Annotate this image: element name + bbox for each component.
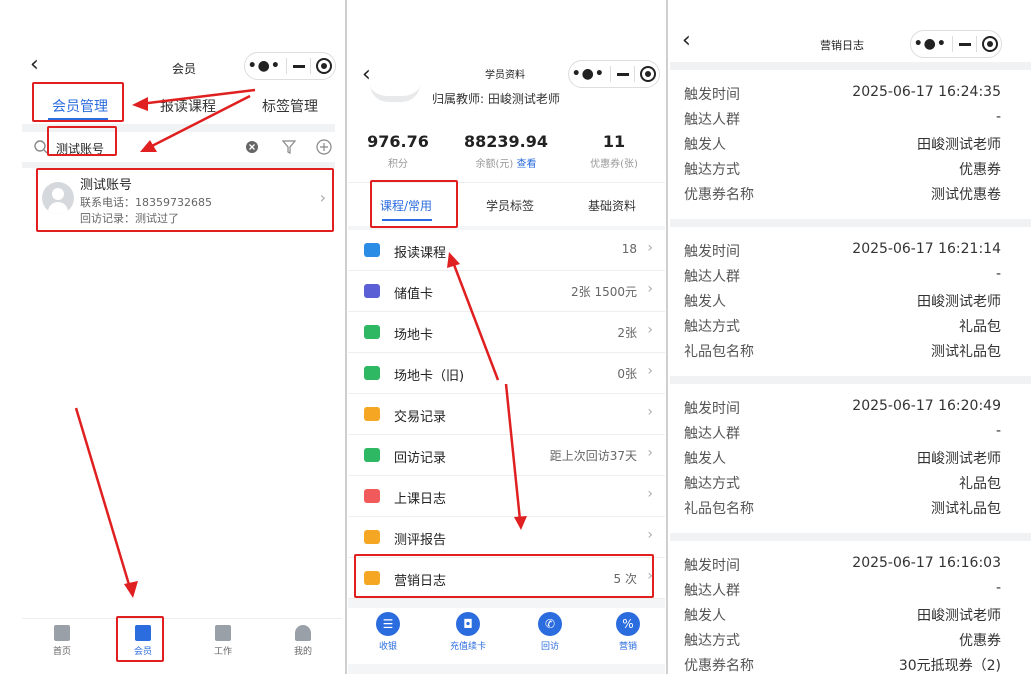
log-field-label: 触发时间 (684, 244, 740, 260)
log-field: 触发人 田峻测试老师 (670, 130, 1031, 155)
annotation-arrows (74, 88, 256, 598)
log-field-value: 田峻测试老师 (917, 608, 1001, 624)
log-field-label: 触达方式 (684, 319, 740, 335)
log-field: 触达人群 - (670, 262, 1031, 287)
log-field-value: 测试礼品包 (931, 501, 1001, 517)
log-field: 触发时间 2025-06-17 16:24:35 (670, 80, 1031, 105)
log-field-label: 触发人 (684, 608, 726, 624)
marketing-log-screen: ‹ 营销日志 •●• 触发时间 2025-06-17 16:24:35 触达人群 - 触… (670, 0, 1031, 674)
log-field-value: 礼品包 (959, 319, 1001, 335)
log-field: 触发时间 2025-06-17 16:16:03 (670, 551, 1031, 576)
composite-screenshot: ‹ 会员 •●• 会员管理 报读课程 标签管理 测试账号 测试账号 联系电话：1… (0, 0, 1031, 674)
log-field-label: 触发时间 (684, 87, 740, 103)
member-screen: ‹ 会员 •●• 会员管理 报读课程 标签管理 测试账号 测试账号 联系电话：1… (0, 0, 345, 674)
log-field-value: - (995, 266, 1001, 282)
log-field-label: 触发人 (684, 451, 726, 467)
log-field-label: 触达人群 (684, 269, 740, 285)
log-field-label: 触达方式 (684, 476, 740, 492)
log-field: 触达人群 - (670, 105, 1031, 130)
log-field: 触达方式 优惠券 (670, 626, 1031, 651)
log-field-value: 2025-06-17 16:16:03 (852, 555, 1001, 571)
log-entry: 触发时间 2025-06-17 16:20:49 触达人群 - 触发人 田峻测试老师触达方… (670, 394, 1031, 519)
log-field-value: 2025-06-17 16:24:35 (852, 84, 1001, 100)
log-field-label: 触达方式 (684, 162, 740, 178)
log-field-label: 优惠券名称 (684, 658, 754, 674)
close-icon[interactable] (982, 36, 999, 52)
log-field-label: 礼品包名称 (684, 501, 754, 517)
log-field-label: 触达人群 (684, 112, 740, 128)
log-entry: 触发时间 2025-06-17 16:21:14 触达人群 - 触发人 田峻测试老师触达方… (670, 237, 1031, 362)
log-field: 触发时间 2025-06-17 16:21:14 (670, 237, 1031, 262)
log-field-value: 30元抵现券（2) (898, 658, 1001, 674)
log-field-value: 测试优惠卷 (931, 187, 1001, 203)
log-field: 礼品包名称 测试礼品包 (670, 494, 1031, 519)
divider (670, 219, 1031, 227)
log-field-value: 礼品包 (959, 476, 1001, 492)
log-field-label: 触达方式 (684, 633, 740, 649)
log-field: 触发人 田峻测试老师 (670, 287, 1031, 312)
log-field-value: 2025-06-17 16:20:49 (852, 398, 1001, 414)
nav-title: 营销日志 (820, 39, 864, 52)
panel-divider (345, 0, 347, 674)
back-icon[interactable]: ‹ (682, 28, 691, 53)
log-field-value: - (995, 423, 1001, 439)
log-header: ‹ 营销日志 •●• (670, 0, 1031, 62)
log-entry: 触发时间 2025-06-17 16:24:35 触达人群 - 触发人 田峻测试老师触达方… (670, 80, 1031, 205)
log-field-label: 触发时间 (684, 401, 740, 417)
log-field: 礼品包名称 测试礼品包 (670, 337, 1031, 362)
log-field-value: 2025-06-17 16:21:14 (852, 241, 1001, 257)
divider (670, 376, 1031, 384)
log-field-value: 优惠券 (959, 633, 1001, 649)
log-field: 触达方式 礼品包 (670, 469, 1031, 494)
log-field-value: - (995, 580, 1001, 596)
log-field: 优惠券名称 测试优惠卷 (670, 180, 1031, 205)
minimize-icon[interactable] (958, 42, 971, 46)
log-field-label: 礼品包名称 (684, 344, 754, 360)
log-field-value: 优惠券 (959, 162, 1001, 178)
log-field-label: 触发人 (684, 137, 726, 153)
student-screen: ‹ 学员资料 •●• 归属教师: 田峻测试老师 976.76 积分 88239.9… (348, 0, 665, 674)
log-field-value: 田峻测试老师 (917, 137, 1001, 153)
log-field-value: 田峻测试老师 (917, 294, 1001, 310)
log-field: 触达方式 优惠券 (670, 155, 1031, 180)
log-field-value: 田峻测试老师 (917, 451, 1001, 467)
divider (670, 533, 1031, 541)
panel-divider (666, 0, 668, 674)
log-field: 触达人群 - (670, 419, 1031, 444)
log-field: 触发时间 2025-06-17 16:20:49 (670, 394, 1031, 419)
log-entry: 触发时间 2025-06-17 16:16:03 触达人群 - 触发人 田峻测试老师触达方… (670, 551, 1031, 674)
log-field-label: 优惠券名称 (684, 187, 754, 203)
capsule-menu[interactable]: •●• (910, 30, 1002, 58)
log-field-label: 触发人 (684, 294, 726, 310)
divider (670, 62, 1031, 70)
log-field-label: 触发时间 (684, 558, 740, 574)
log-field-value: - (995, 109, 1001, 125)
log-field-label: 触达人群 (684, 426, 740, 442)
log-field-value: 测试礼品包 (931, 344, 1001, 360)
annotation-arrows (447, 252, 527, 530)
log-field: 触发人 田峻测试老师 (670, 444, 1031, 469)
log-field-label: 触达人群 (684, 583, 740, 599)
more-icon[interactable]: •●• (914, 36, 947, 52)
log-field: 触发人 田峻测试老师 (670, 601, 1031, 626)
log-field: 触达人群 - (670, 576, 1031, 601)
log-field: 优惠券名称 30元抵现券（2) (670, 651, 1031, 674)
log-field: 触达方式 礼品包 (670, 312, 1031, 337)
